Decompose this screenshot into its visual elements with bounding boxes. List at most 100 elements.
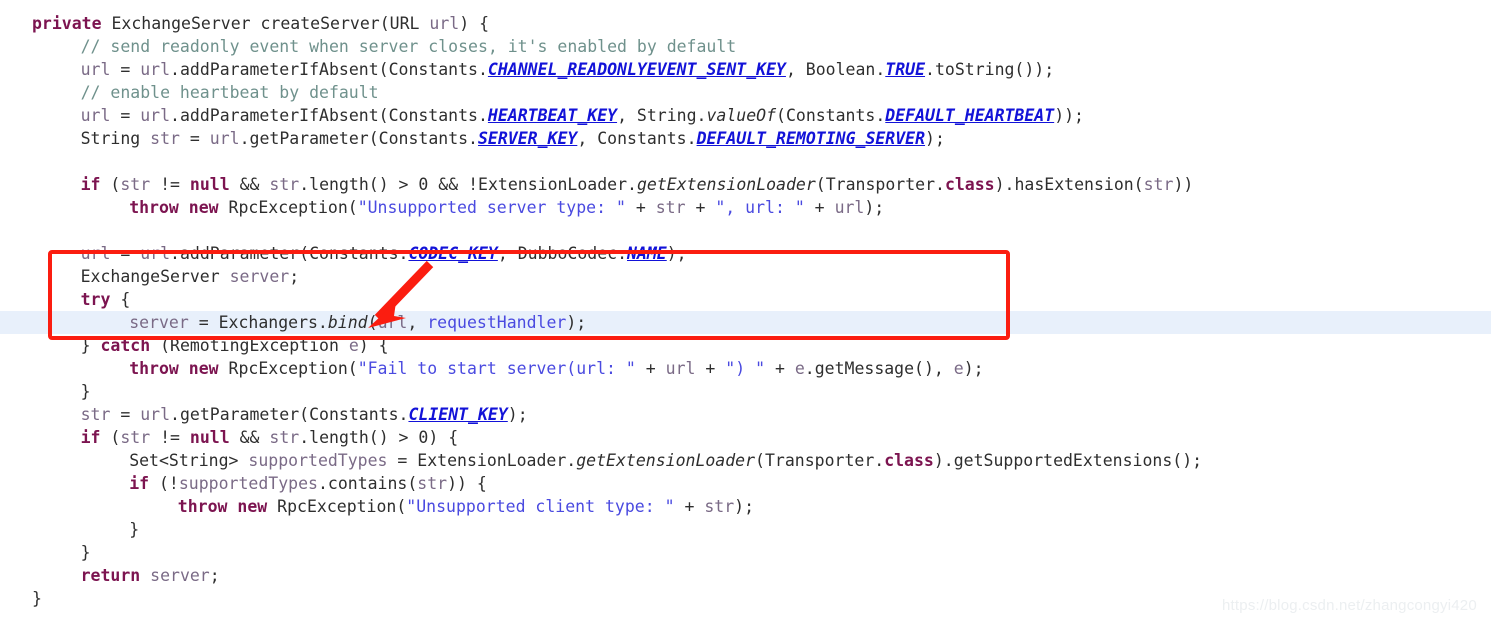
- code-token: .addParameterIfAbsent(Constants.: [170, 106, 488, 125]
- code-token: =: [110, 244, 141, 263]
- code-token: +: [695, 359, 726, 378]
- code-token: str: [1143, 175, 1174, 194]
- code-line[interactable]: [32, 219, 42, 242]
- code-line[interactable]: if (!supportedTypes.contains(str)) {: [129, 472, 487, 495]
- code-token: (Transporter.: [755, 451, 885, 470]
- code-token: class: [884, 451, 934, 470]
- code-token: }: [129, 520, 140, 539]
- code-token: url: [140, 405, 171, 424]
- code-token: str: [655, 198, 686, 217]
- code-editor-surface[interactable]: private ExchangeServer createServer(URL …: [0, 0, 1491, 626]
- code-token: return: [80, 566, 141, 585]
- code-line[interactable]: } catch (RemotingException e) {: [81, 334, 389, 357]
- code-token: ", url: ": [715, 198, 805, 217]
- code-token: if: [80, 428, 101, 447]
- code-line[interactable]: throw new RpcException("Fail to start se…: [129, 357, 983, 380]
- code-token: DEFAULT_HEARTBEAT: [885, 106, 1055, 125]
- code-token: url: [429, 14, 460, 33]
- code-token: ) {: [459, 14, 490, 33]
- code-line[interactable]: }: [81, 380, 91, 403]
- code-token: createServer(: [250, 14, 390, 33]
- code-token: ).hasExtension(: [994, 175, 1144, 194]
- code-token: ));: [1054, 106, 1084, 125]
- code-token: &&: [229, 428, 270, 447]
- code-line[interactable]: return server;: [81, 564, 220, 587]
- code-token: url: [834, 198, 865, 217]
- code-token: "Unsupported client type: ": [406, 497, 675, 516]
- code-token: "Unsupported server type: ": [357, 198, 626, 217]
- code-line[interactable]: throw new RpcException("Unsupported serv…: [129, 196, 884, 219]
- code-line[interactable]: server = Exchangers.bind(url, requestHan…: [129, 311, 586, 334]
- code-token: url: [140, 244, 171, 263]
- code-line[interactable]: try {: [81, 288, 131, 311]
- code-token: Set<String>: [129, 451, 249, 470]
- code-token: str: [150, 129, 180, 148]
- code-token: url: [80, 106, 111, 125]
- code-line[interactable]: if (str != null && str.length() > 0 && !…: [81, 173, 1194, 196]
- code-line[interactable]: url = url.addParameterIfAbsent(Constants…: [81, 58, 1055, 81]
- code-token: getExtensionLoader: [636, 175, 816, 194]
- code-token: SERVER_KEY: [478, 129, 578, 148]
- code-token: .length() > 0) {: [299, 428, 459, 447]
- code-token: new: [237, 497, 268, 516]
- code-token: url: [377, 313, 408, 332]
- code-token: str: [120, 428, 151, 447]
- code-token: .getParameter(Constants.: [239, 129, 478, 148]
- code-token: =: [110, 405, 141, 424]
- code-token: e: [953, 359, 964, 378]
- code-token: NAME: [627, 244, 667, 263]
- code-line[interactable]: if (str != null && str.length() > 0) {: [81, 426, 459, 449]
- code-token: .addParameterIfAbsent(Constants.: [170, 60, 488, 79]
- code-line[interactable]: str = url.getParameter(Constants.CLIENT_…: [81, 403, 528, 426]
- code-token: RpcException(: [267, 497, 407, 516]
- code-token: server: [150, 566, 210, 585]
- code-line[interactable]: [32, 150, 42, 173]
- code-token: .length() > 0 && !ExtensionLoader.: [299, 175, 637, 194]
- code-line[interactable]: throw new RpcException("Unsupported clie…: [178, 495, 754, 518]
- code-token: !=: [150, 175, 190, 194]
- code-token: server: [129, 313, 189, 332]
- code-token: )): [1173, 175, 1194, 194]
- code-token: }: [32, 589, 42, 608]
- code-token: requestHandler: [427, 313, 567, 332]
- code-token: = Exchangers.: [188, 313, 328, 332]
- code-line[interactable]: }: [32, 587, 42, 610]
- code-token: , Boolean.: [785, 60, 886, 79]
- code-token: throw: [177, 497, 228, 516]
- code-token: ") ": [725, 359, 766, 378]
- code-token: throw: [129, 359, 179, 378]
- code-line[interactable]: String str = url.getParameter(Constants.…: [81, 127, 945, 150]
- code-token: supportedTypes: [248, 451, 388, 470]
- code-line[interactable]: url = url.addParameterIfAbsent(Constants…: [81, 104, 1084, 127]
- code-token: ).getSupportedExtensions();: [933, 451, 1203, 470]
- code-token: CHANNEL_READONLYEVENT_SENT_KEY: [487, 60, 786, 79]
- code-line[interactable]: ExchangeServer server;: [81, 265, 300, 288]
- code-line[interactable]: }: [81, 541, 91, 564]
- code-token: bind: [327, 313, 368, 332]
- code-token: str: [269, 175, 300, 194]
- code-token: ExchangeServer: [80, 267, 220, 286]
- code-line[interactable]: }: [129, 518, 139, 541]
- code-token: catch: [100, 336, 151, 355]
- code-line[interactable]: private ExchangeServer createServer(URL …: [32, 12, 489, 35]
- code-token: str: [269, 428, 300, 447]
- code-line[interactable]: // send readonly event when server close…: [81, 35, 737, 58]
- code-token: .getParameter(Constants.: [170, 405, 409, 424]
- code-token: +: [804, 198, 835, 217]
- code-token: ;: [209, 566, 220, 585]
- code-token: class: [944, 175, 995, 194]
- code-token: // send readonly event when server close…: [80, 37, 737, 56]
- code-line[interactable]: url = url.addParameter(Constants.CODEC_K…: [81, 242, 687, 265]
- code-line[interactable]: // enable heartbeat by default: [81, 81, 379, 104]
- code-token: (Constants.: [776, 106, 886, 125]
- code-token: TRUE: [885, 60, 926, 79]
- code-token: (Transporter.: [815, 175, 945, 194]
- code-line[interactable]: Set<String> supportedTypes = ExtensionLo…: [129, 449, 1202, 472]
- code-token: ) {: [358, 336, 389, 355]
- code-token: url: [665, 359, 696, 378]
- code-screenshot-root: private ExchangeServer createServer(URL …: [0, 0, 1491, 626]
- code-token: +: [765, 359, 795, 378]
